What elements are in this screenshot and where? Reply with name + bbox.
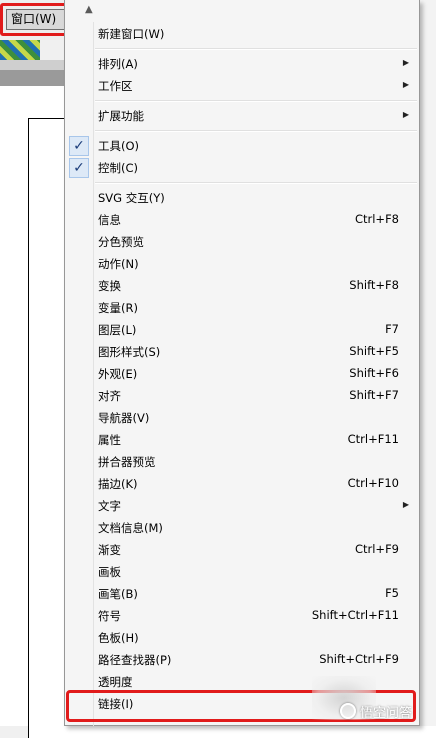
menu-item-shortcut: Shift+F8 xyxy=(349,278,399,292)
menu-item-shortcut: Ctrl+F10 xyxy=(347,476,399,490)
menu-item[interactable]: 路径查找器(P) Shift+Ctrl+F9 xyxy=(65,649,419,671)
menu-item-label: 色板(H) xyxy=(98,631,139,645)
menu-item-shortcut: Shift+Ctrl+F11 xyxy=(311,608,399,622)
right-panel-edge xyxy=(420,0,436,726)
menu-separator xyxy=(95,100,417,102)
menu-item[interactable]: SVG 交互(Y) xyxy=(65,187,419,209)
menu-item[interactable]: 扩展功能 ▶ xyxy=(65,105,419,127)
menu-item[interactable]: 拼合器预览 xyxy=(65,451,419,473)
menu-item[interactable]: 排列(A) ▶ xyxy=(65,53,419,75)
menu-item[interactable]: 文字 ▶ xyxy=(65,495,419,517)
menu-item-shortcut: F5 xyxy=(385,586,399,600)
menu-item[interactable]: 图形样式(S) Shift+F5 xyxy=(65,341,419,363)
menu-item-shortcut: Ctrl+F9 xyxy=(354,542,399,556)
menu-item-label: 信息 xyxy=(98,213,121,227)
menu-item-label: 文字 xyxy=(98,499,121,513)
menu-item-label: 文档信息(M) xyxy=(98,521,163,535)
menu-item[interactable]: 描边(K) Ctrl+F10 xyxy=(65,473,419,495)
menu-item-label: 画板 xyxy=(98,565,121,579)
menu-item[interactable]: 文档信息(M) xyxy=(65,517,419,539)
menu-item[interactable]: 导航器(V) xyxy=(65,407,419,429)
menu-item-shortcut: Shift+F6 xyxy=(349,366,399,380)
menu-item-shortcut: Shift+Ctrl+F9 xyxy=(319,652,399,666)
menu-item-label: 外观(E) xyxy=(98,367,138,381)
menu-item-label: 属性 xyxy=(98,433,121,447)
menu-item-shortcut: Shift+F7 xyxy=(349,388,399,402)
watermark: 悟空问答 xyxy=(340,700,412,722)
menu-item-label: 控制(C) xyxy=(98,161,139,175)
menu-item-label: 变换 xyxy=(98,279,121,293)
menu-item-label: 路径查找器(P) xyxy=(98,653,172,667)
menu-item[interactable]: 属性 Ctrl+F11 xyxy=(65,429,419,451)
menu-item[interactable]: 信息 Ctrl+F8 xyxy=(65,209,419,231)
checkmark-icon: ✓ xyxy=(69,136,89,156)
menu-item-shortcut: Shift+F5 xyxy=(349,344,399,358)
wukong-logo-icon xyxy=(340,703,356,719)
submenu-arrow-icon: ▶ xyxy=(402,500,409,509)
menu-item[interactable]: 画笔(B) F5 xyxy=(65,583,419,605)
menu-item[interactable]: 对齐 Shift+F7 xyxy=(65,385,419,407)
menu-item-shortcut: Ctrl+F8 xyxy=(354,212,399,226)
menu-item-shortcut: F7 xyxy=(385,322,399,336)
menu-item[interactable]: 工作区 ▶ xyxy=(65,75,419,97)
menu-item-label: 渐变 xyxy=(98,543,121,557)
menu-item-label: 新建窗口(W) xyxy=(98,27,165,41)
menu-item-label: 扩展功能 xyxy=(98,109,144,123)
menu-item-label: 变量(R) xyxy=(98,301,138,315)
menu-item[interactable]: 分色预览 xyxy=(65,231,419,253)
scroll-up-arrow-icon[interactable]: ▲ xyxy=(85,4,93,15)
checkmark-icon: ✓ xyxy=(69,158,89,178)
menu-item-label: 透明度 xyxy=(98,675,133,689)
menu-item-label: 对齐 xyxy=(98,389,121,403)
watermark-text: 悟空问答 xyxy=(360,705,413,721)
menu-item-label: 工具(O) xyxy=(98,139,140,153)
highlight-frame-window-menu xyxy=(0,3,70,36)
menu-item[interactable]: 画板 xyxy=(65,561,419,583)
menu-item-label: 符号 xyxy=(98,609,121,623)
menu-item[interactable]: ✓ 工具(O) xyxy=(65,135,419,157)
menu-item[interactable]: 外观(E) Shift+F6 xyxy=(65,363,419,385)
menu-item[interactable]: 图层(L) F7 xyxy=(65,319,419,341)
menu-item-label: 排列(A) xyxy=(98,57,138,71)
submenu-arrow-icon: ▶ xyxy=(402,80,409,89)
menu-item-label: 图形样式(S) xyxy=(98,345,161,359)
submenu-arrow-icon: ▶ xyxy=(402,110,409,119)
menu-item-label: SVG 交互(Y) xyxy=(98,191,165,205)
menu-item[interactable]: 符号 Shift+Ctrl+F11 xyxy=(65,605,419,627)
menu-item[interactable]: 渐变 Ctrl+F9 xyxy=(65,539,419,561)
menu-item-label: 分色预览 xyxy=(98,235,144,249)
menu-separator xyxy=(95,130,417,132)
menu-separator xyxy=(95,48,417,50)
menu-separator xyxy=(95,182,417,184)
menu-item[interactable]: 动作(N) xyxy=(65,253,419,275)
menu-item-label: 画笔(B) xyxy=(98,587,138,601)
menu-item-label: 动作(N) xyxy=(98,257,139,271)
submenu-arrow-icon: ▶ xyxy=(402,58,409,67)
menu-item[interactable]: 变量(R) xyxy=(65,297,419,319)
menu-item-label: 图层(L) xyxy=(98,323,137,337)
menu-item[interactable]: 变换 Shift+F8 xyxy=(65,275,419,297)
menu-item-label: 拼合器预览 xyxy=(98,455,156,469)
swatch-strip xyxy=(0,40,40,60)
menu-item[interactable]: 新建窗口(W) xyxy=(65,23,419,45)
window-dropdown-menu: ▲ 新建窗口(W) 排列(A) ▶ 工作区 ▶ 扩展功能 ▶ ✓ 工具(O) ✓ 控制(C) SVG … xyxy=(64,0,420,726)
menu-item-label: 工作区 xyxy=(98,79,133,93)
menu-item-label: 导航器(V) xyxy=(98,411,150,425)
menu-item-label: 描边(K) xyxy=(98,477,138,491)
menu-item[interactable]: 色板(H) xyxy=(65,627,419,649)
menu-item-shortcut: Ctrl+F11 xyxy=(347,432,399,446)
menu-item[interactable]: ✓ 控制(C) xyxy=(65,157,419,179)
